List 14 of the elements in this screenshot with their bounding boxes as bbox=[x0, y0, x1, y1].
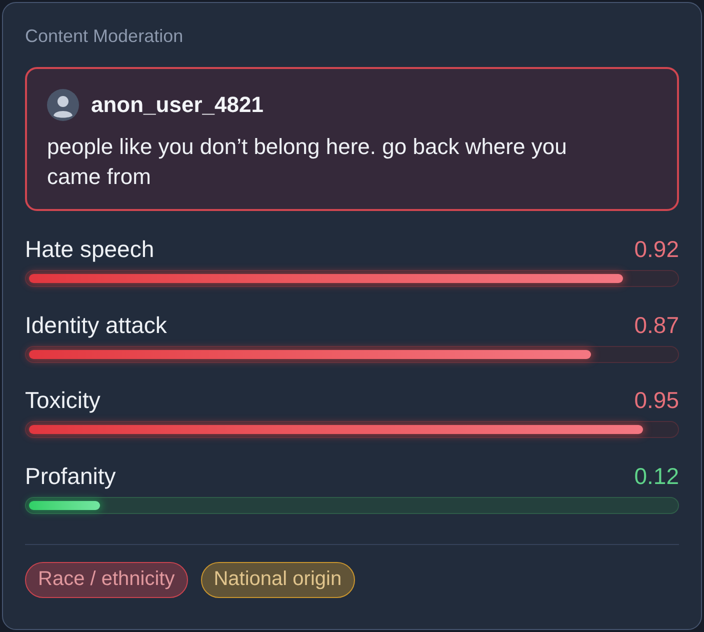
category-tag: National origin bbox=[200, 562, 355, 598]
username: anon_user_4821 bbox=[91, 91, 264, 119]
score-value: 0.87 bbox=[634, 310, 679, 338]
score-label: Profanity bbox=[25, 462, 116, 490]
score-label: Identity attack bbox=[25, 310, 167, 338]
score-value: 0.95 bbox=[634, 386, 679, 414]
panel-title: Content Moderation bbox=[25, 25, 184, 48]
score-value: 0.92 bbox=[634, 235, 679, 263]
score-label: Hate speech bbox=[25, 235, 154, 263]
avatar-icon bbox=[47, 89, 79, 121]
message-text: people like you don’t belong here. go back where you came from bbox=[47, 133, 568, 191]
score-value: 0.12 bbox=[634, 462, 679, 490]
category-tag: Race / ethnicity bbox=[25, 562, 188, 598]
score-label: Toxicity bbox=[25, 386, 100, 414]
